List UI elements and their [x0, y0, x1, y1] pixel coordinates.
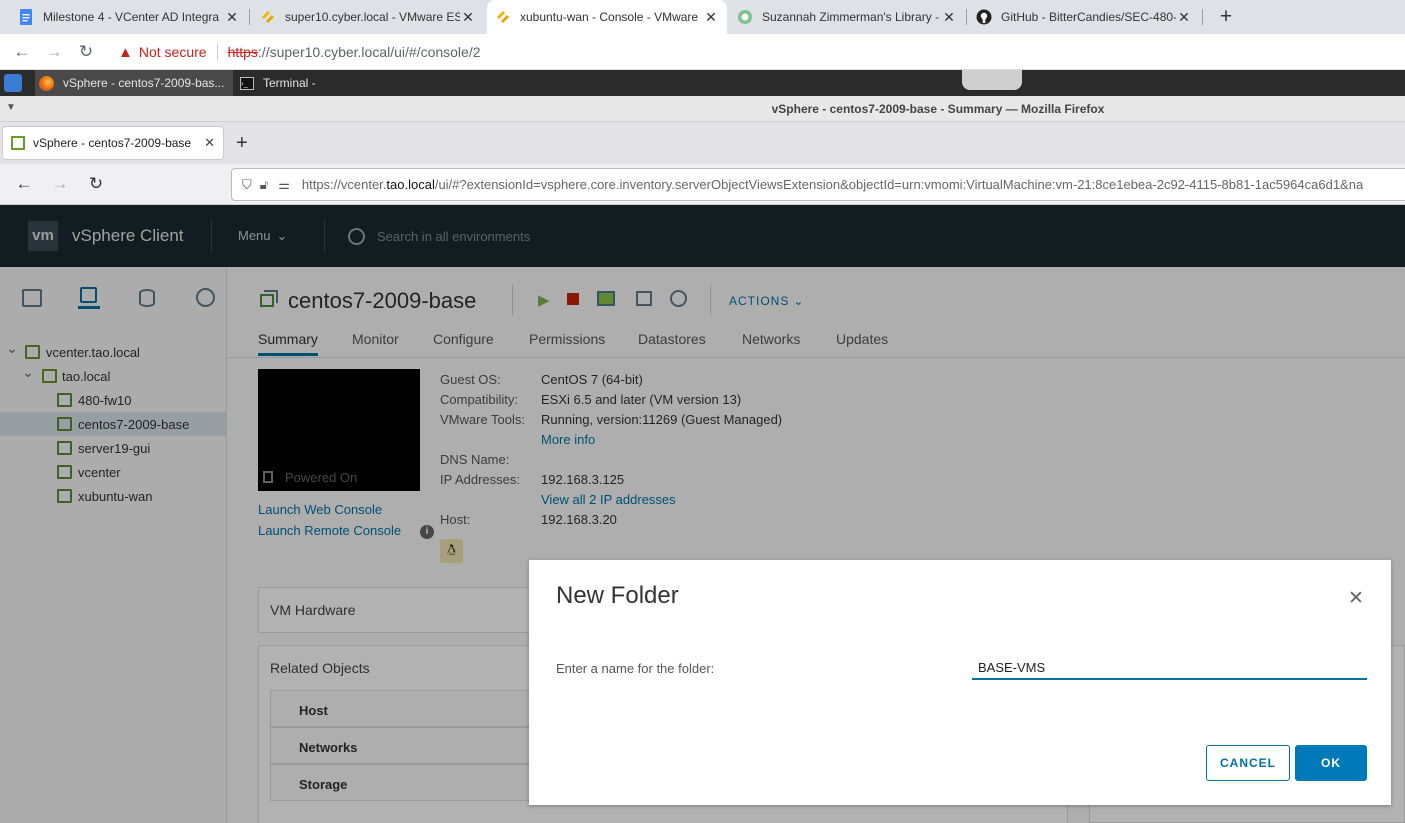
new-tab-button[interactable]: + [236, 132, 248, 155]
reload-button[interactable]: ↻ [74, 40, 98, 64]
back-button[interactable]: ← [12, 172, 36, 196]
warning-icon: ▲ [118, 43, 133, 61]
new-folder-dialog: New Folder ✕ Enter a name for the folder… [529, 560, 1391, 805]
forward-button[interactable]: → [42, 40, 66, 64]
chrome-tab-title: Suzannah Zimmerman's Library - [762, 10, 940, 24]
vsphere-vm-icon [11, 136, 25, 150]
close-icon[interactable]: ✕ [1348, 587, 1364, 610]
google-docs-icon [18, 9, 34, 25]
url-scheme: https [227, 44, 258, 60]
chrome-tab-title: xubuntu-wan - Console - VMware [520, 10, 699, 24]
permissions-icon: ⚌ [278, 176, 290, 192]
close-icon[interactable]: ✕ [204, 135, 215, 151]
lock-icon: 🔓︎ [259, 176, 269, 192]
close-icon[interactable]: ✕ [224, 9, 240, 26]
url-rest: ://super10.cyber.local/ui/#/console/2 [257, 44, 481, 60]
url-rest: /ui/#?extensionId=vsphere.core.inventory… [434, 177, 1364, 192]
back-button[interactable]: ← [10, 40, 34, 64]
reload-button[interactable]: ↻ [84, 172, 108, 196]
chrome-tab-github[interactable]: GitHub - BitterCandies/SEC-480- ✕ [968, 0, 1200, 34]
firefox-navbar: ← → ↻ ⛉ 🔓︎ ⚌ https://vcenter. tao.local … [0, 164, 1405, 205]
close-icon[interactable]: ✕ [1176, 9, 1192, 26]
firefox-tab-vsphere[interactable]: vSphere - centos7-2009-base ✕ [2, 126, 224, 160]
taskbar-terminal[interactable]: ›_ Terminal - [237, 70, 367, 96]
folder-name-label: Enter a name for the folder: [556, 661, 715, 676]
chrome-tab-milestone[interactable]: Milestone 4 - VCenter AD Integra ✕ [10, 0, 248, 34]
chrome-tab-library[interactable]: Suzannah Zimmerman's Library - ✕ [729, 0, 965, 34]
chrome-tab-title: GitHub - BitterCandies/SEC-480- [1001, 10, 1176, 24]
chrome-tab-title: Milestone 4 - VCenter AD Integra [43, 10, 220, 24]
dialog-title: New Folder [556, 582, 679, 609]
chrome-tab-title: super10.cyber.local - VMware ESXi [285, 10, 460, 24]
firefox-icon [39, 75, 54, 91]
security-label[interactable]: Not secure [139, 44, 207, 60]
chrome-tab-esxi[interactable]: super10.cyber.local - VMware ESXi ✕ [252, 0, 484, 34]
tab-title: vSphere - centos7-2009-base [33, 136, 192, 150]
terminal-icon: ›_ [240, 76, 254, 90]
chrome-tab-xubuntu-console[interactable]: xubuntu-wan - Console - VMware ✕ [487, 0, 727, 34]
url-host: tao.local [386, 177, 435, 192]
window-title: vSphere - centos7-2009-base - Summary — … [771, 102, 1105, 116]
firefox-titlebar: ▼ vSphere - centos7-2009-base - Summary … [0, 96, 1405, 122]
new-tab-button[interactable]: + [1214, 5, 1238, 29]
taskbar-firefox[interactable]: vSphere - centos7-2009-bas... [35, 70, 233, 96]
forward-button[interactable]: → [48, 172, 72, 196]
url-prefix: https://vcenter. [301, 177, 387, 192]
close-icon[interactable]: ✕ [941, 9, 957, 26]
chrome-tab-strip: Milestone 4 - VCenter AD Integra ✕ super… [0, 0, 1405, 34]
cancel-button[interactable]: CANCEL [1206, 745, 1290, 781]
ok-button[interactable]: OK [1295, 745, 1367, 781]
taskbar-label: vSphere - centos7-2009-bas... [63, 76, 225, 90]
folder-name-input[interactable]: BASE-VMS [972, 656, 1367, 680]
shield-icon: ⛉ [242, 176, 252, 192]
vmware-icon [495, 9, 511, 25]
library-icon [737, 9, 753, 25]
chrome-address-bar[interactable]: ▲ Not secure https ://super10.cyber.loca… [108, 38, 1398, 66]
close-icon[interactable]: ✕ [703, 9, 719, 26]
firefox-tab-strip: vSphere - centos7-2009-base ✕ + [0, 122, 1405, 164]
panel-handle[interactable] [962, 70, 1022, 90]
github-icon [976, 9, 992, 25]
firefox-address-bar[interactable]: ⛉ 🔓︎ ⚌ https://vcenter. tao.local /ui/#?… [231, 168, 1405, 201]
whisker-menu-icon[interactable] [4, 74, 22, 92]
close-icon[interactable]: ✕ [460, 9, 476, 26]
xubuntu-panel: vSphere - centos7-2009-bas... ›_ Termina… [0, 70, 1405, 96]
taskbar-label: Terminal - [263, 76, 316, 90]
chrome-toolbar: ← → ↻ ▲ Not secure https ://super10.cybe… [0, 34, 1405, 70]
vmware-icon [260, 9, 276, 25]
